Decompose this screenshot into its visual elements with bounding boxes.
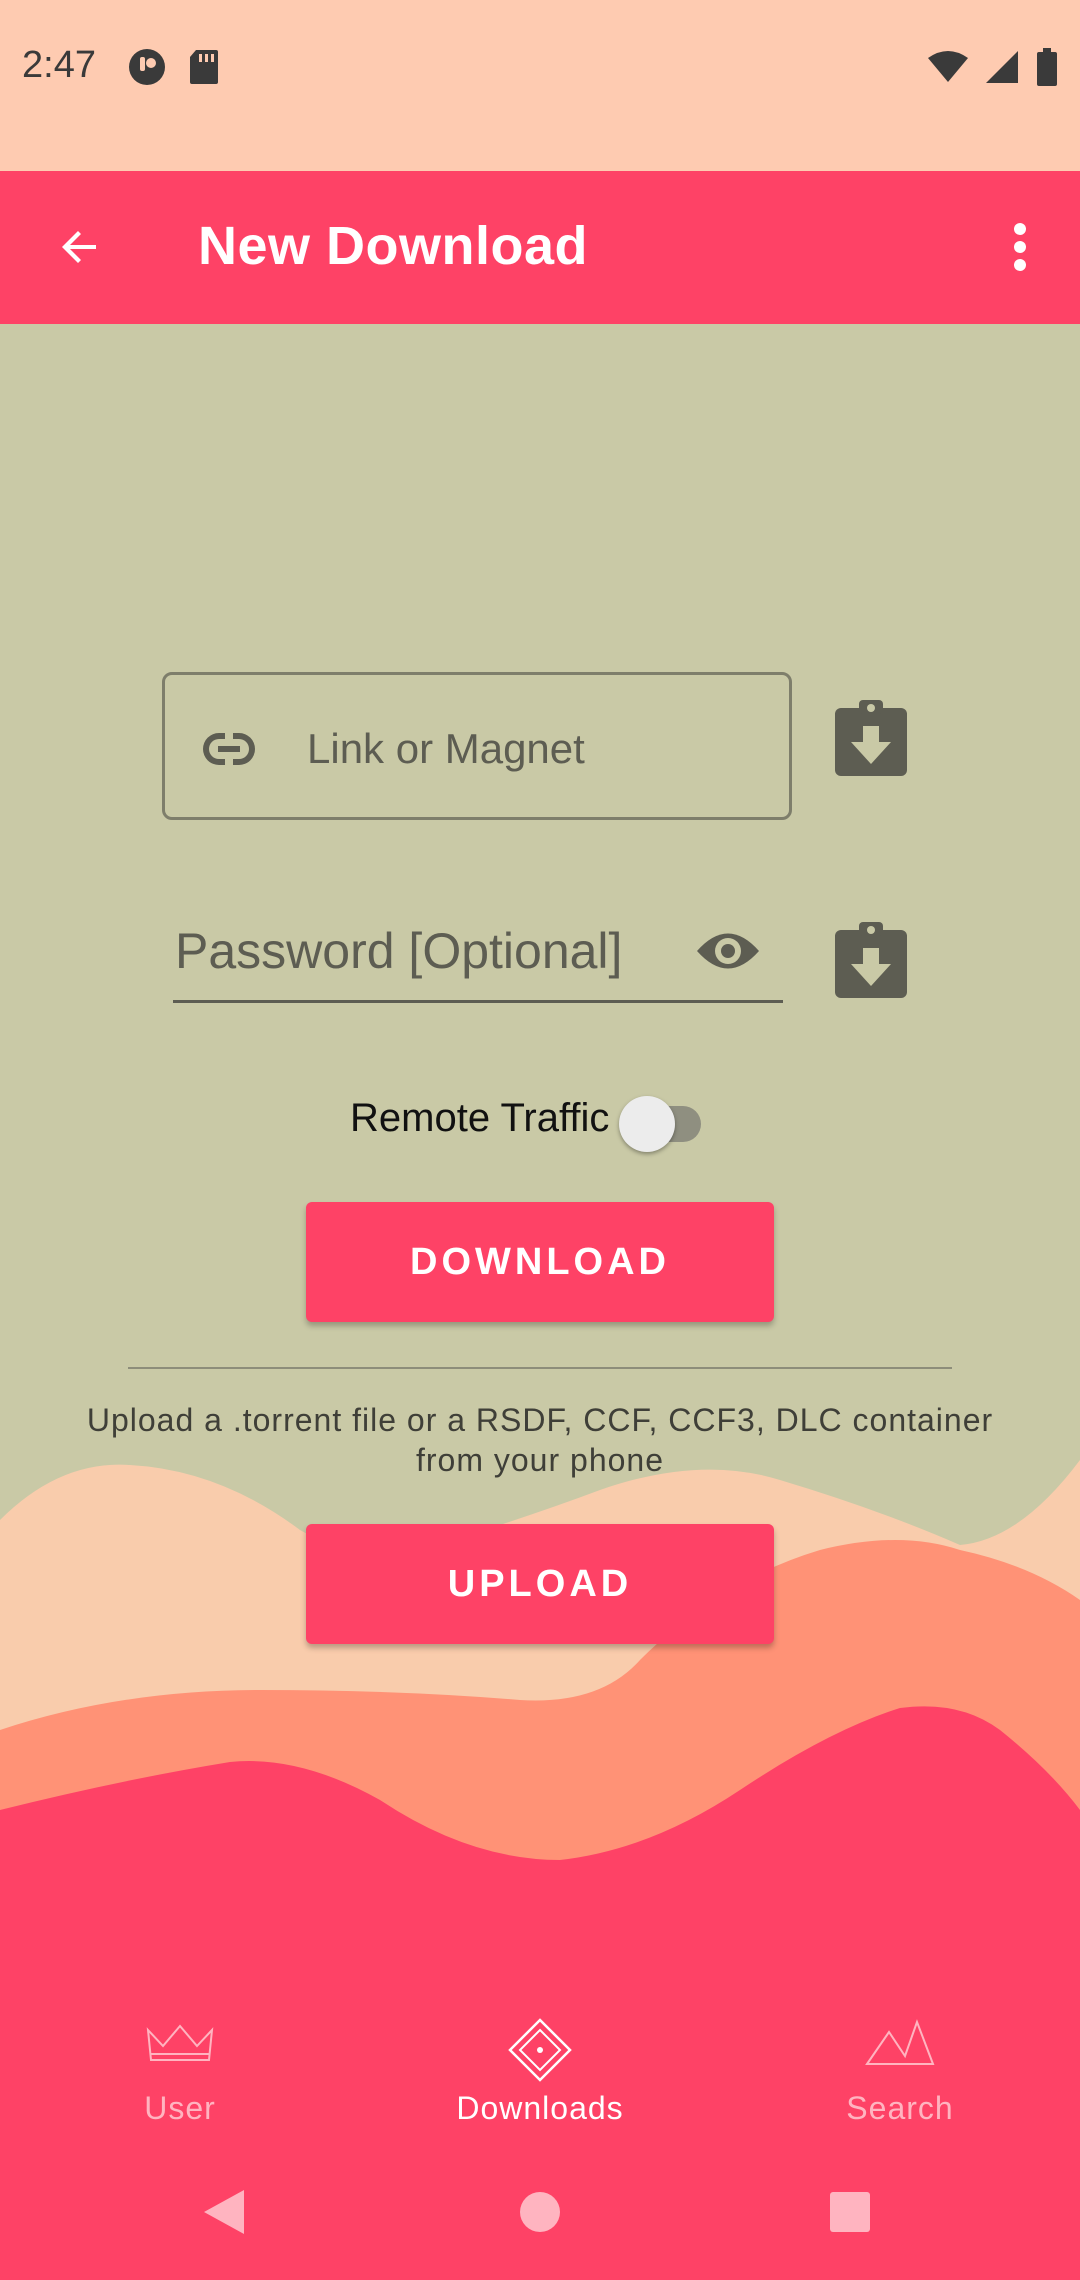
circle-home-icon bbox=[520, 2192, 560, 2232]
nav-item-user[interactable]: User bbox=[0, 1990, 360, 2150]
nav-label-downloads: Downloads bbox=[456, 2090, 624, 2126]
overflow-menu-button[interactable] bbox=[980, 207, 1060, 287]
app-bar: New Download bbox=[0, 171, 1080, 324]
mountains-icon bbox=[865, 2019, 935, 2065]
system-home-button[interactable] bbox=[518, 2186, 562, 2243]
nav-label-search: Search bbox=[846, 2090, 954, 2126]
status-time: 2:47 bbox=[22, 44, 96, 86]
password-field bbox=[173, 900, 783, 1004]
app-notification-icon bbox=[129, 49, 165, 85]
divider bbox=[128, 1367, 952, 1369]
toggle-password-visibility-button[interactable] bbox=[695, 924, 761, 978]
page-title: New Download bbox=[198, 216, 589, 276]
password-input[interactable] bbox=[173, 900, 677, 1002]
system-back-button[interactable] bbox=[200, 2186, 248, 2243]
system-navigation-bar bbox=[0, 2150, 1080, 2280]
link-input[interactable] bbox=[305, 705, 769, 793]
eye-icon bbox=[697, 933, 759, 969]
paste-link-button[interactable] bbox=[833, 698, 909, 778]
nav-label-user: User bbox=[144, 2090, 216, 2126]
download-button[interactable]: DOWNLOAD bbox=[306, 1202, 774, 1322]
status-system-icons bbox=[928, 48, 1058, 86]
crown-icon bbox=[146, 2024, 214, 2061]
nav-item-search[interactable]: Search bbox=[720, 1990, 1080, 2150]
triangle-back-icon bbox=[204, 2190, 244, 2234]
status-bar: 2:47 bbox=[0, 0, 1080, 171]
link-icon bbox=[203, 733, 255, 765]
cell-signal-icon bbox=[986, 51, 1018, 83]
wifi-icon bbox=[928, 51, 968, 82]
remote-traffic-switch[interactable] bbox=[619, 1088, 711, 1152]
diamond-icon bbox=[508, 2018, 572, 2082]
remote-traffic-row: Remote Traffic bbox=[350, 1080, 711, 1156]
sd-card-icon bbox=[190, 50, 218, 84]
bottom-navigation: User Downloads Search bbox=[0, 1990, 1080, 2150]
upload-info-text: Upload a .torrent file or a RSDF, CCF, C… bbox=[86, 1402, 994, 1478]
status-notification-icons bbox=[128, 48, 220, 86]
password-underline bbox=[173, 1000, 783, 1003]
remote-traffic-label: Remote Traffic bbox=[350, 1095, 610, 1140]
system-recents-button[interactable] bbox=[828, 2186, 872, 2243]
back-arrow-icon bbox=[62, 231, 96, 263]
battery-icon bbox=[1037, 48, 1057, 86]
paste-clipboard-icon bbox=[835, 700, 907, 776]
paste-clipboard-icon bbox=[835, 922, 907, 998]
upload-button[interactable]: UPLOAD bbox=[306, 1524, 774, 1644]
paste-password-button[interactable] bbox=[833, 920, 909, 1000]
switch-thumb bbox=[619, 1096, 676, 1152]
back-button[interactable] bbox=[40, 207, 120, 287]
nav-item-downloads[interactable]: Downloads bbox=[360, 1990, 720, 2150]
link-field bbox=[162, 672, 792, 820]
more-vert-icon bbox=[1014, 223, 1026, 271]
square-recents-icon bbox=[830, 2192, 870, 2232]
background-waves bbox=[0, 1460, 1080, 2020]
